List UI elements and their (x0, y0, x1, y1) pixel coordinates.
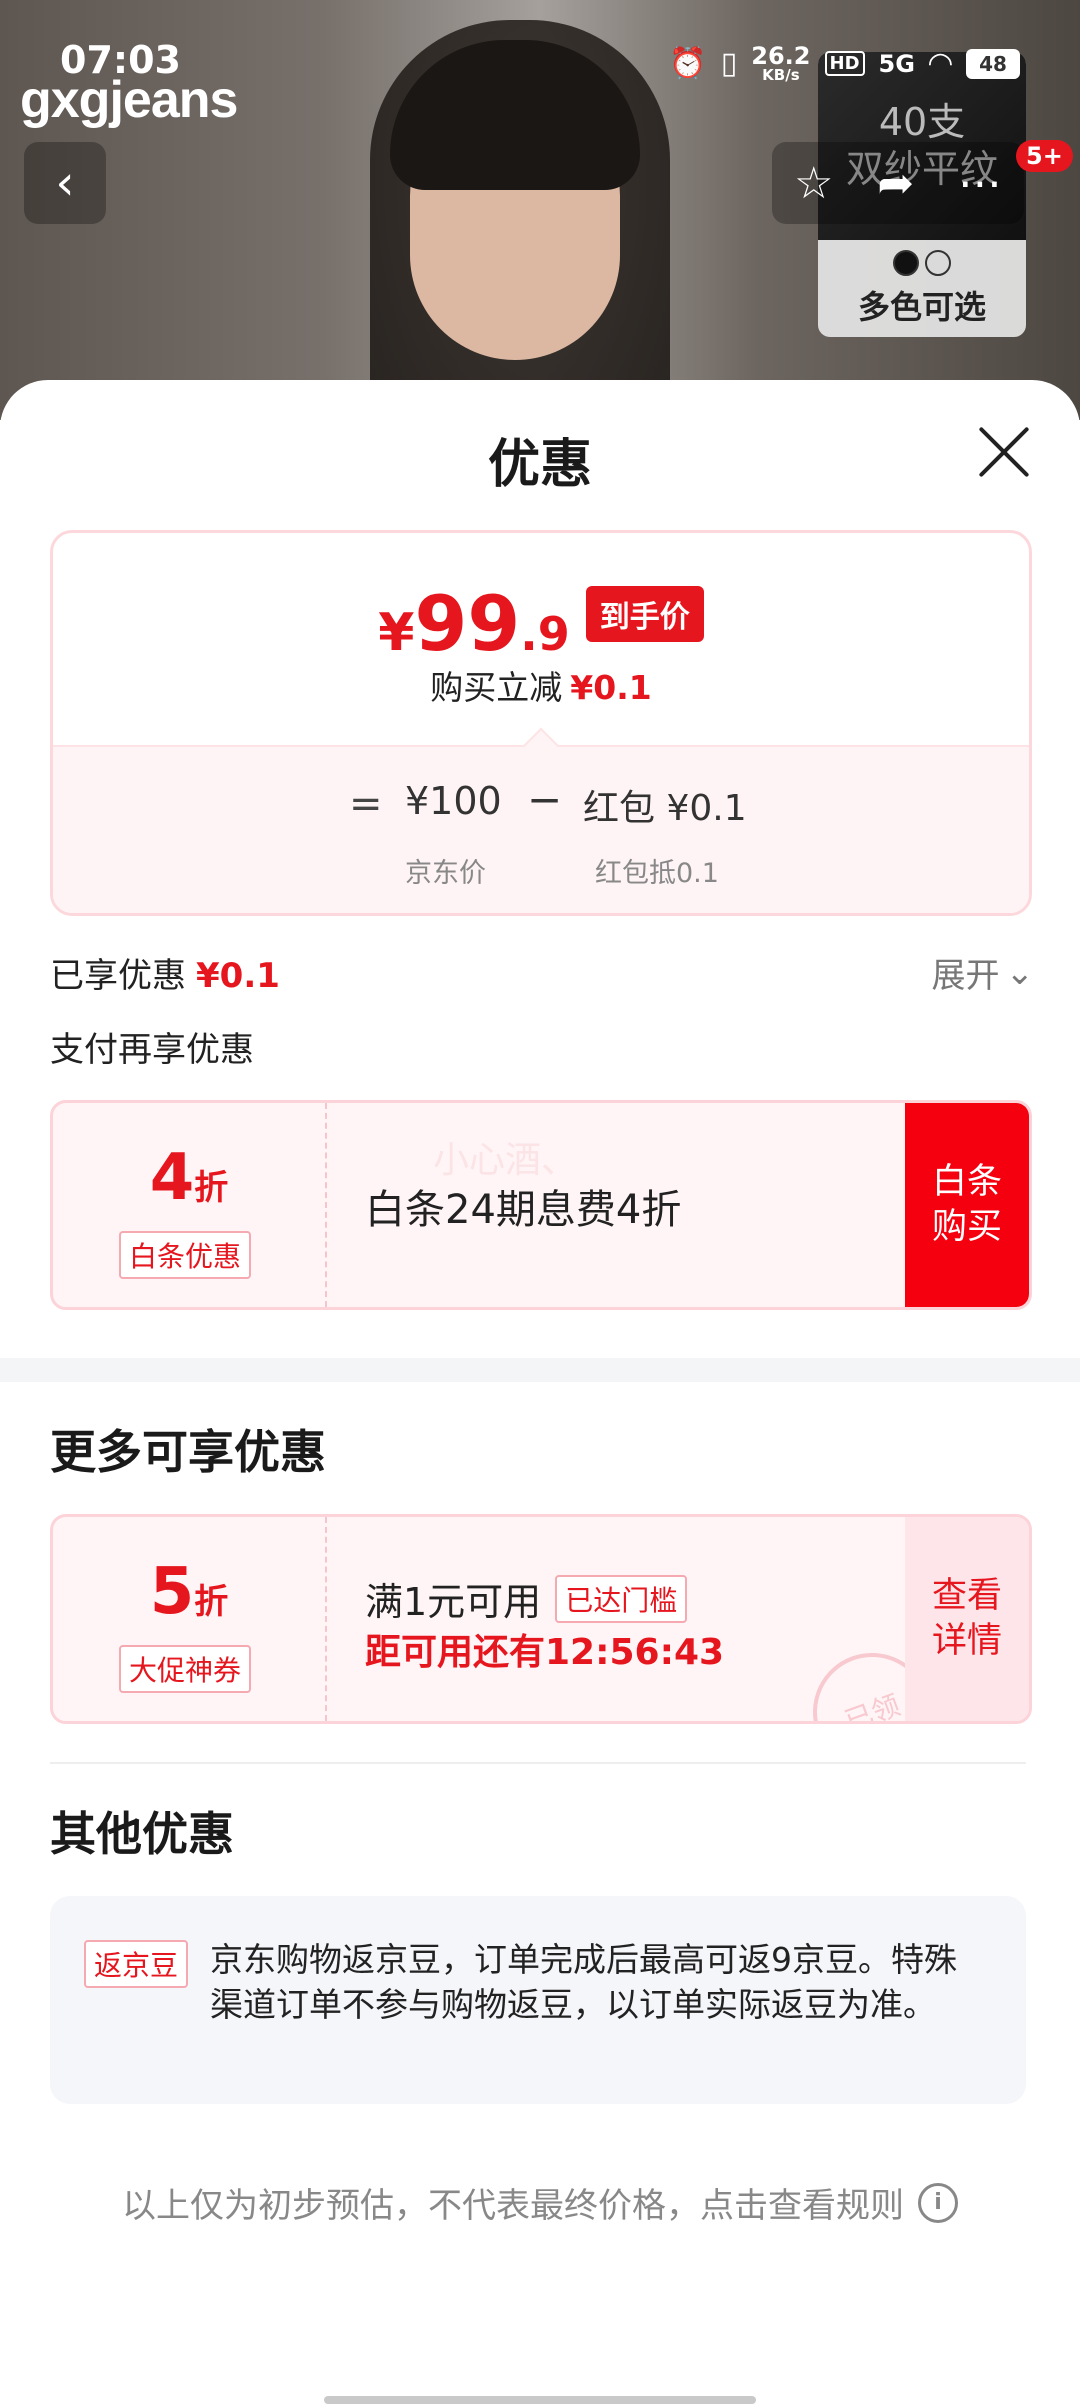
share-icon[interactable]: ➦ (877, 158, 914, 209)
enjoyed-discount: 已享优惠 ¥0.1 (50, 948, 280, 997)
star-icon[interactable]: ☆ (794, 158, 833, 209)
message-badge: 5+ (1016, 140, 1073, 172)
close-icon[interactable] (976, 424, 1032, 480)
final-price-tag: 到手价 (585, 585, 704, 642)
jingdou-tag: 返京豆 (84, 1940, 189, 1988)
rules-link[interactable]: 以上仅为初步预估，不代表最终价格，点击查看规则 i (0, 2178, 1080, 2227)
sheet-title: 优惠 (487, 435, 592, 495)
other-discounts-title: 其他优惠 (50, 1807, 234, 1861)
swatch-dots (818, 250, 1026, 276)
coupon-condition: 满1元可用 (365, 1580, 542, 1624)
status-icons: ⏰ ▯ 26.2 KB/s HD 5G ◠ 48 (669, 44, 1020, 83)
hd-badge: HD (824, 51, 865, 76)
chevron-left-icon: ‹ (55, 155, 75, 211)
thin-divider (50, 1762, 1026, 1764)
jingdou-text: 京东购物返京豆，订单完成后最高可返9京豆。特殊渠道订单不参与购物返豆，以订单实际… (210, 1940, 957, 2024)
view-details-button[interactable]: 查看 详情 (905, 1517, 1029, 1721)
equals-sign: = (349, 781, 383, 827)
nav-actions: ☆ ➦ ⋯ (772, 142, 1024, 224)
home-indicator[interactable] (324, 2396, 756, 2404)
discount-number: 4 (149, 1141, 195, 1215)
discount-unit: 折 (194, 1168, 229, 1208)
discount-number: 5 (149, 1555, 195, 1629)
wifi-icon: ◠ (928, 45, 952, 81)
vibrate-icon: ▯ (720, 45, 738, 81)
product-image-backdrop: gxgjeans 40支 双纱平纹 多色可选 ‹ ☆ ➦ ⋯ 5+ 07:03 … (0, 0, 1080, 420)
coupon-discount-area: 5折 大促神券 (53, 1517, 327, 1721)
baitiao-buy-button[interactable]: 白条 购买 (905, 1103, 1029, 1307)
enjoyed-value: ¥0.1 (196, 956, 280, 996)
expand-label: 展开 (931, 956, 1000, 996)
reduce-value: ¥0.1 (570, 668, 652, 707)
discount-sheet: 优惠 ¥ 99 .9 到手价 购买立减 ¥0.1 = ¥100 − 红包 ¥0.1… (0, 380, 1080, 2408)
baitiao-coupon: 4折 白条优惠 小心酒、 白条24期息费4折 白条 购买 (50, 1100, 1032, 1310)
section-divider (0, 1358, 1080, 1382)
jd-price-caption: 京东价 (405, 858, 486, 889)
info-icon: i (918, 2182, 958, 2223)
currency-symbol: ¥ (378, 603, 415, 663)
net-speed-value: 26.2 (751, 42, 811, 70)
threshold-reached-badge: 已达门槛 (555, 1574, 688, 1623)
status-time: 07:03 (60, 38, 181, 82)
redpacket-amount: 红包 ¥0.1 (583, 788, 747, 829)
footer-note-text: 以上仅为初步预估，不代表最终价格，点击查看规则 (122, 2186, 904, 2226)
swatch-line1: 40支 (878, 99, 966, 144)
final-price: ¥ 99 .9 到手价 (53, 579, 1029, 668)
watermark-text: 小心酒、 (433, 1140, 578, 1181)
more-icon[interactable]: ⋯ (958, 158, 1002, 209)
expand-toggle[interactable]: 展开 ⌄ (932, 948, 1035, 997)
alarm-icon: ⏰ (669, 45, 707, 81)
price-integer: 99 (414, 579, 521, 668)
jd-price: ¥100 (405, 779, 502, 823)
breakdown-caret (522, 727, 560, 765)
swatch-dot-active (893, 250, 919, 276)
back-button[interactable]: ‹ (24, 142, 106, 224)
reduce-line: 购买立减 ¥0.1 (53, 661, 1029, 709)
pay-more-label: 支付再享优惠 (50, 1030, 254, 1070)
swatch-dot (925, 250, 951, 276)
more-discounts-title: 更多可享优惠 (50, 1425, 326, 1479)
discount-unit: 折 (194, 1582, 229, 1622)
reduce-label: 购买立减 (430, 668, 563, 707)
coupon-type-tag: 白条优惠 (119, 1231, 252, 1279)
net-speed-unit: KB/s (762, 66, 800, 84)
coupon-countdown: 距可用还有12:56:43 (365, 1632, 725, 1673)
coupon-discount: 5折 (53, 1555, 325, 1629)
coupon-discount: 4折 (53, 1141, 325, 1215)
net-speed: 26.2 KB/s (751, 44, 810, 83)
swatch-label: 多色可选 (857, 288, 986, 326)
jingdou-info-box: 返京豆 京东购物返京豆，订单完成后最高可返9京豆。特殊渠道订单不参与购物返豆，以… (50, 1896, 1026, 2104)
coupon-type-tag: 大促神券 (119, 1645, 252, 1693)
promo-coupon: 5折 大促神券 满1元可用 已达门槛 距可用还有12:56:43 已领 查看 详… (50, 1514, 1032, 1724)
minus-sign: − (527, 775, 563, 824)
coupon-description: 白条24期息费4折 (365, 1187, 682, 1233)
coupon-discount-area: 4折 白条优惠 (53, 1103, 327, 1307)
view-details-label: 查看 详情 (931, 1575, 1002, 1662)
signal-5g: 5G (878, 49, 915, 78)
baitiao-buy-label: 白条 购买 (931, 1161, 1002, 1248)
redpacket-caption: 红包抵0.1 (595, 858, 719, 889)
battery-icon: 48 (966, 48, 1020, 79)
price-breakdown: = ¥100 − 红包 ¥0.1 京东价 红包抵0.1 (53, 727, 1029, 913)
price-decimal: .9 (520, 607, 570, 661)
coupon-condition-row: 满1元可用 已达门槛 (365, 1571, 688, 1626)
price-card: ¥ 99 .9 到手价 购买立减 ¥0.1 = ¥100 − 红包 ¥0.1 京东… (50, 530, 1032, 916)
enjoyed-label: 已享优惠 (50, 956, 186, 996)
chevron-down-icon: ⌄ (1005, 952, 1035, 993)
